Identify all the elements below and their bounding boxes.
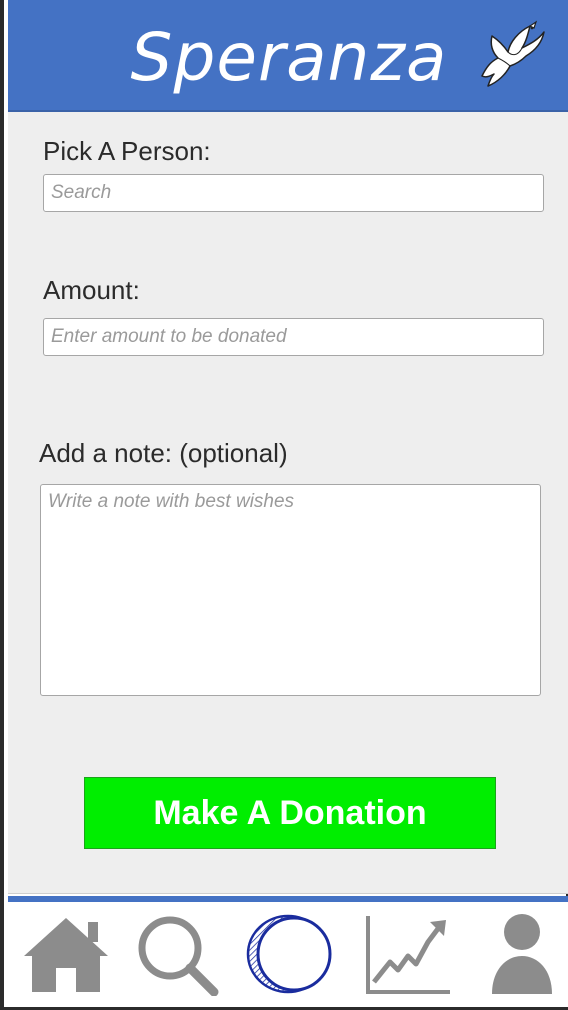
donation-form: Pick A Person: Amount: Add a note: (opti…: [8, 112, 568, 894]
home-icon: [24, 918, 108, 992]
person-search-input[interactable]: [43, 174, 544, 212]
coin-icon: [246, 914, 332, 994]
note-textarea[interactable]: [40, 484, 541, 696]
amount-input[interactable]: [43, 318, 544, 356]
tab-profile[interactable]: [474, 912, 568, 996]
user-icon: [492, 914, 552, 994]
note-label: Add a note: (optional): [39, 438, 288, 468]
tab-search[interactable]: [130, 912, 226, 996]
app-header: Speranza: [8, 0, 568, 112]
bottom-tab-bar: [8, 902, 568, 1007]
chart-icon: [366, 916, 450, 994]
amount-label: Amount:: [43, 275, 140, 305]
app-frame: Speranza Pick A Person: Amount: Add a no…: [0, 0, 568, 1010]
person-label: Pick A Person:: [43, 136, 211, 166]
tab-home[interactable]: [18, 912, 114, 996]
make-donation-button[interactable]: Make A Donation: [84, 777, 496, 849]
tab-stats[interactable]: [360, 912, 456, 996]
dove-icon: [472, 18, 552, 92]
tab-donate[interactable]: [242, 912, 338, 996]
search-icon: [138, 916, 219, 996]
